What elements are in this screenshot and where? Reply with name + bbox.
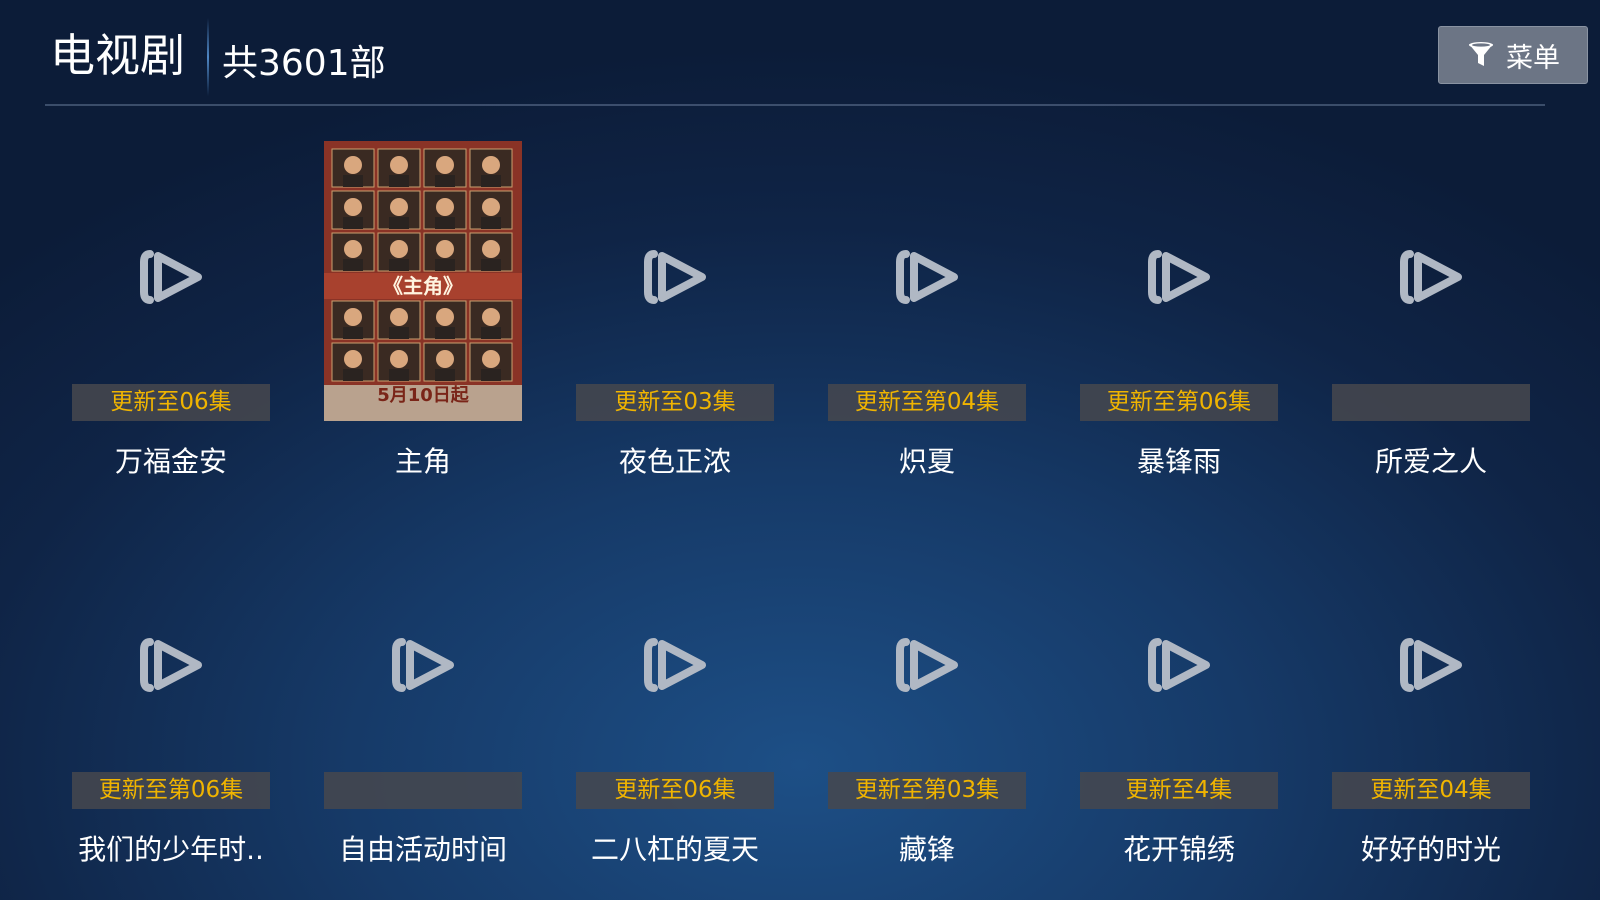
header-bar: 电视剧 共3601部 菜单 — [45, 0, 1588, 106]
update-badge: 更新至第06集 — [72, 772, 270, 809]
video-card[interactable]: 更新至第03集藏锋 — [828, 529, 1026, 889]
play-placeholder-icon — [388, 634, 458, 700]
video-title: 主角 — [394, 445, 451, 478]
thumbnail-placeholder — [72, 529, 270, 809]
play-placeholder-icon — [640, 246, 710, 312]
update-badge: 更新至第06集 — [1080, 384, 1278, 421]
update-badge: 更新至03集 — [576, 384, 774, 421]
video-title: 好好的时光 — [1360, 833, 1501, 866]
play-placeholder-icon — [1396, 634, 1466, 700]
video-title: 所爱之人 — [1374, 445, 1487, 478]
video-card[interactable]: 更新至4集花开锦绣 — [1080, 529, 1278, 889]
thumbnail-placeholder — [1080, 141, 1278, 421]
play-placeholder-icon — [892, 246, 962, 312]
poster-image: 《主角》 5月10日起 — [324, 141, 522, 421]
menu-button[interactable]: 菜单 — [1438, 26, 1588, 84]
play-placeholder-icon — [136, 634, 206, 700]
video-card[interactable]: 更新至第04集炽夏 — [828, 141, 1026, 501]
video-title: 我们的少年时.. — [78, 833, 264, 866]
update-badge — [324, 772, 522, 809]
update-badge — [1332, 384, 1530, 421]
poster-date: 5月10日起 — [377, 384, 470, 406]
thumbnail-placeholder — [828, 141, 1026, 421]
video-title: 夜色正浓 — [618, 445, 731, 478]
thumbnail-placeholder — [576, 141, 774, 421]
video-title: 万福金安 — [114, 445, 227, 478]
video-card[interactable]: 更新至03集夜色正浓 — [576, 141, 774, 501]
thumbnail-placeholder — [576, 529, 774, 809]
video-card[interactable]: 更新至06集万福金安 — [72, 141, 270, 501]
filter-icon — [1466, 40, 1496, 70]
page-title: 电视剧 — [50, 29, 186, 82]
video-title: 自由活动时间 — [338, 833, 507, 866]
video-title: 二八杠的夏天 — [590, 833, 759, 866]
update-badge: 更新至06集 — [72, 384, 270, 421]
video-card[interactable]: 《主角》 5月10日起主角 — [324, 141, 522, 501]
update-badge: 更新至06集 — [576, 772, 774, 809]
play-placeholder-icon — [1396, 246, 1466, 312]
thumbnail-placeholder — [324, 529, 522, 809]
video-card[interactable]: 所爱之人 — [1332, 141, 1530, 501]
video-title: 炽夏 — [898, 445, 955, 478]
video-title: 暴锋雨 — [1136, 445, 1221, 478]
video-card[interactable]: 自由活动时间 — [324, 529, 522, 889]
update-badge: 更新至第03集 — [828, 772, 1026, 809]
video-card[interactable]: 更新至04集好好的时光 — [1332, 529, 1530, 889]
update-badge: 更新至第04集 — [828, 384, 1026, 421]
thumbnail-placeholder — [72, 141, 270, 421]
thumbnail-placeholder — [1080, 529, 1278, 809]
thumbnail-placeholder — [1332, 529, 1530, 809]
video-card[interactable]: 更新至06集二八杠的夏天 — [576, 529, 774, 889]
video-card[interactable]: 更新至第06集暴锋雨 — [1080, 141, 1278, 501]
play-placeholder-icon — [640, 634, 710, 700]
play-placeholder-icon — [1144, 634, 1214, 700]
title-divider — [207, 18, 209, 96]
poster-title: 《主角》 — [383, 274, 463, 298]
update-badge: 更新至4集 — [1080, 772, 1278, 809]
video-title: 花开锦绣 — [1122, 833, 1235, 866]
total-count: 共3601部 — [222, 43, 386, 84]
menu-button-label: 菜单 — [1506, 42, 1560, 74]
update-badge: 更新至04集 — [1332, 772, 1530, 809]
thumbnail-placeholder — [1332, 141, 1530, 421]
play-placeholder-icon — [892, 634, 962, 700]
play-placeholder-icon — [1144, 246, 1214, 312]
play-placeholder-icon — [136, 246, 206, 312]
thumbnail-placeholder — [828, 529, 1026, 809]
video-title: 藏锋 — [898, 833, 955, 866]
video-card[interactable]: 更新至第06集我们的少年时.. — [72, 529, 270, 889]
